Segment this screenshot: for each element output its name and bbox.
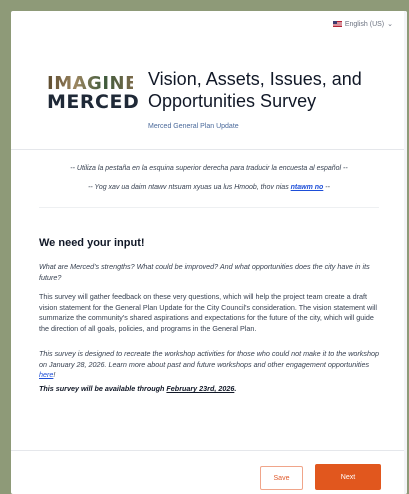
workshop-text: This survey is designed to recreate the … xyxy=(39,349,379,369)
survey-card: English (US) ⌄ IMAGINE MERCED Vision, As… xyxy=(11,11,407,494)
availability-suffix: . xyxy=(234,384,237,393)
spanish-translation-note: -- Utiliza la pestaña en la esquina supe… xyxy=(70,165,348,172)
save-button[interactable]: Save xyxy=(260,466,303,490)
workshop-suffix: ! xyxy=(53,370,56,380)
hmong-prefix: -- Yog xav ua daim ntawv ntsuam xyuas ua… xyxy=(88,184,291,191)
availability-text: This survey will be available through xyxy=(39,384,167,393)
next-button[interactable]: Next xyxy=(315,464,381,490)
survey-header: IMAGINE MERCED Vision, Assets, Issues, a… xyxy=(11,51,407,145)
survey-subtitle: Merced General Plan Update xyxy=(148,123,239,130)
workshop-paragraph: This survey is designed to recreate the … xyxy=(39,349,383,381)
availability-date: February 23rd, 2026 xyxy=(166,384,235,393)
logo-line-2: MERCED xyxy=(47,91,140,113)
survey-title: Vision, Assets, Issues, and Opportunitie… xyxy=(148,68,388,112)
survey-title-line-2: Opportunities Survey xyxy=(148,91,317,111)
intro-heading: We need your input! xyxy=(39,237,145,249)
scrollbar[interactable] xyxy=(404,11,407,494)
footer-divider xyxy=(11,450,407,451)
header-divider xyxy=(11,149,407,150)
survey-title-line-1: Vision, Assets, Issues, and xyxy=(148,69,362,89)
section-divider xyxy=(39,207,379,208)
language-label: English (US) xyxy=(344,20,385,28)
hmong-translation-note: -- Yog xav ua daim ntawv ntsuam xyuas ua… xyxy=(11,184,407,191)
hmong-suffix: -- xyxy=(323,184,330,191)
chevron-down-icon: ⌄ xyxy=(387,21,393,28)
language-selector[interactable]: English (US) ⌄ xyxy=(332,20,393,28)
workshop-here-link[interactable]: here xyxy=(39,370,53,379)
imagine-merced-logo: IMAGINE MERCED xyxy=(47,75,140,113)
availability-paragraph: This survey will be available through Fe… xyxy=(39,384,383,395)
us-flag-icon xyxy=(332,21,342,27)
intro-question-paragraph: What are Merced's strengths? What could … xyxy=(39,262,370,282)
hmong-link[interactable]: ntawm no xyxy=(291,184,324,191)
intro-description-paragraph: This survey will gather feedback on thes… xyxy=(39,292,378,333)
